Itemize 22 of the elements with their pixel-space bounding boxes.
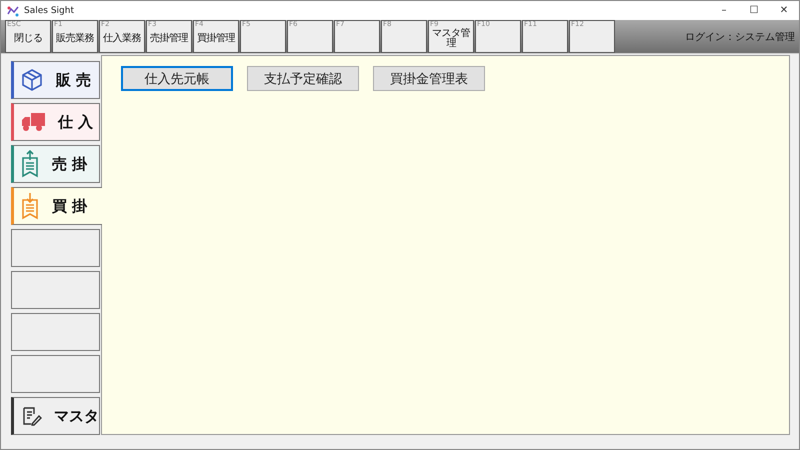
window-control-button[interactable]: – (709, 1, 739, 20)
menu-button[interactable]: 支払予定確認 (247, 66, 359, 91)
window-control-button[interactable]: ✕ (769, 1, 799, 20)
sidebar-tab[interactable] (11, 355, 100, 393)
menu-button[interactable]: 仕入先元帳 (121, 66, 233, 91)
sidebar-tab[interactable]: 販 売 (11, 61, 100, 99)
sidebar-tab[interactable] (11, 271, 100, 309)
sidebar-tab[interactable]: 買 掛 (11, 187, 102, 225)
login-user-label: ログイン：システム管理 (685, 30, 795, 44)
sidebar-tab[interactable]: 仕 入 (11, 103, 100, 141)
menu-button[interactable]: 買掛金管理表 (373, 66, 485, 91)
sidebar-tab[interactable]: 売 掛 (11, 145, 100, 183)
upload-document-icon (20, 150, 40, 178)
window-control-button[interactable]: ☐ (739, 1, 769, 20)
truck-icon (20, 111, 46, 133)
window-title: Sales Sight (24, 6, 74, 16)
app-logo-icon (7, 4, 19, 16)
sidebar-tab[interactable] (11, 313, 100, 351)
box-icon (20, 68, 44, 92)
sidebar-tab[interactable]: マスタ (11, 397, 100, 435)
download-document-icon (20, 192, 40, 220)
sidebar-tab[interactable] (11, 229, 100, 267)
